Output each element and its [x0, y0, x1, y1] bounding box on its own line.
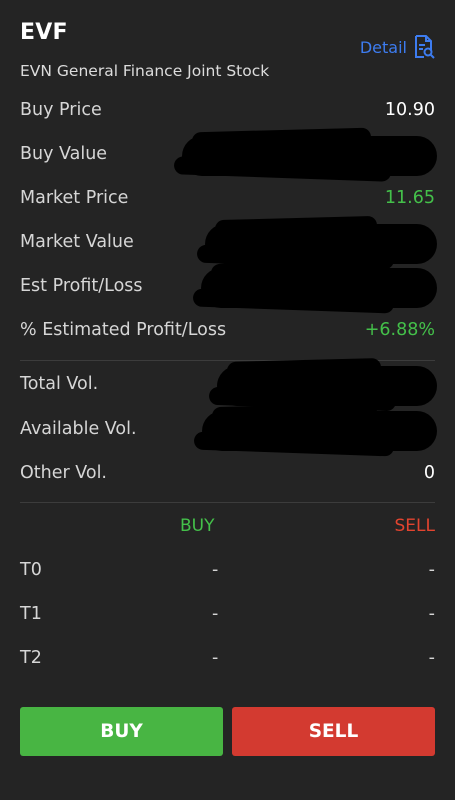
redaction-mask	[202, 411, 437, 451]
row-other-vol: Other Vol. 0	[20, 461, 435, 489]
settlement-sell-header: SELL	[394, 516, 435, 536]
market-price-value: 11.65	[384, 188, 435, 208]
row-market-price: Market Price 11.65	[20, 186, 435, 214]
document-search-icon	[413, 34, 435, 60]
settlement-buy-header: BUY	[180, 516, 215, 536]
row-total-vol: Total Vol.	[20, 366, 437, 406]
row-label: % Estimated Profit/Loss	[20, 320, 227, 340]
row-market-value: Market Value	[20, 224, 437, 264]
stock-symbol: EVF	[20, 20, 68, 45]
position-detail-panel: EVF EVN General Finance Joint Stock Deta…	[0, 0, 455, 800]
row-buy-value: Buy Value	[20, 136, 437, 176]
row-label: Market Price	[20, 188, 129, 208]
settlement-row: T0 - -	[20, 560, 435, 586]
settlement-buy-value: -	[212, 648, 219, 668]
redaction-mask	[205, 224, 437, 264]
row-label: Est Profit/Loss	[20, 276, 143, 296]
buy-button[interactable]: BUY	[20, 707, 223, 756]
settlement-buy-value: -	[212, 604, 219, 624]
settlement-sell-value: -	[428, 648, 435, 668]
redaction-mask	[217, 366, 437, 406]
other-vol-value: 0	[423, 463, 435, 483]
settlement-label: T0	[20, 560, 42, 580]
settlement-label: T2	[20, 648, 42, 668]
row-label: Available Vol.	[20, 419, 137, 439]
redaction-mask	[182, 136, 437, 176]
buy-price-value: 10.90	[384, 100, 435, 120]
settlement-row: T1 - -	[20, 604, 435, 630]
pct-profit-loss-value: +6.88%	[364, 320, 435, 340]
settlement-buy-value: -	[212, 560, 219, 580]
row-pct-profit-loss: % Estimated Profit/Loss +6.88%	[20, 318, 435, 346]
header: EVF EVN General Finance Joint Stock Deta…	[20, 18, 435, 88]
row-label: Market Value	[20, 232, 134, 252]
company-name: EVN General Finance Joint Stock	[20, 62, 270, 80]
buy-button-label: BUY	[100, 721, 143, 742]
settlement-row: T2 - -	[20, 648, 435, 674]
sell-button-label: SELL	[308, 721, 359, 742]
row-label: Buy Value	[20, 144, 108, 164]
row-buy-price: Buy Price 10.90	[20, 98, 435, 126]
row-label: Other Vol.	[20, 463, 107, 483]
row-available-vol: Available Vol.	[20, 411, 437, 451]
detail-label: Detail	[359, 37, 407, 57]
settlement-label: T1	[20, 604, 42, 624]
redaction-mask	[201, 268, 437, 308]
sell-button[interactable]: SELL	[232, 707, 435, 756]
row-est-profit-loss: Est Profit/Loss	[20, 268, 437, 308]
settlement-sell-value: -	[428, 604, 435, 624]
settlement-sell-value: -	[428, 560, 435, 580]
detail-link[interactable]: Detail	[360, 34, 435, 60]
row-label: Total Vol.	[20, 374, 99, 394]
divider	[20, 502, 435, 503]
row-label: Buy Price	[20, 100, 102, 120]
